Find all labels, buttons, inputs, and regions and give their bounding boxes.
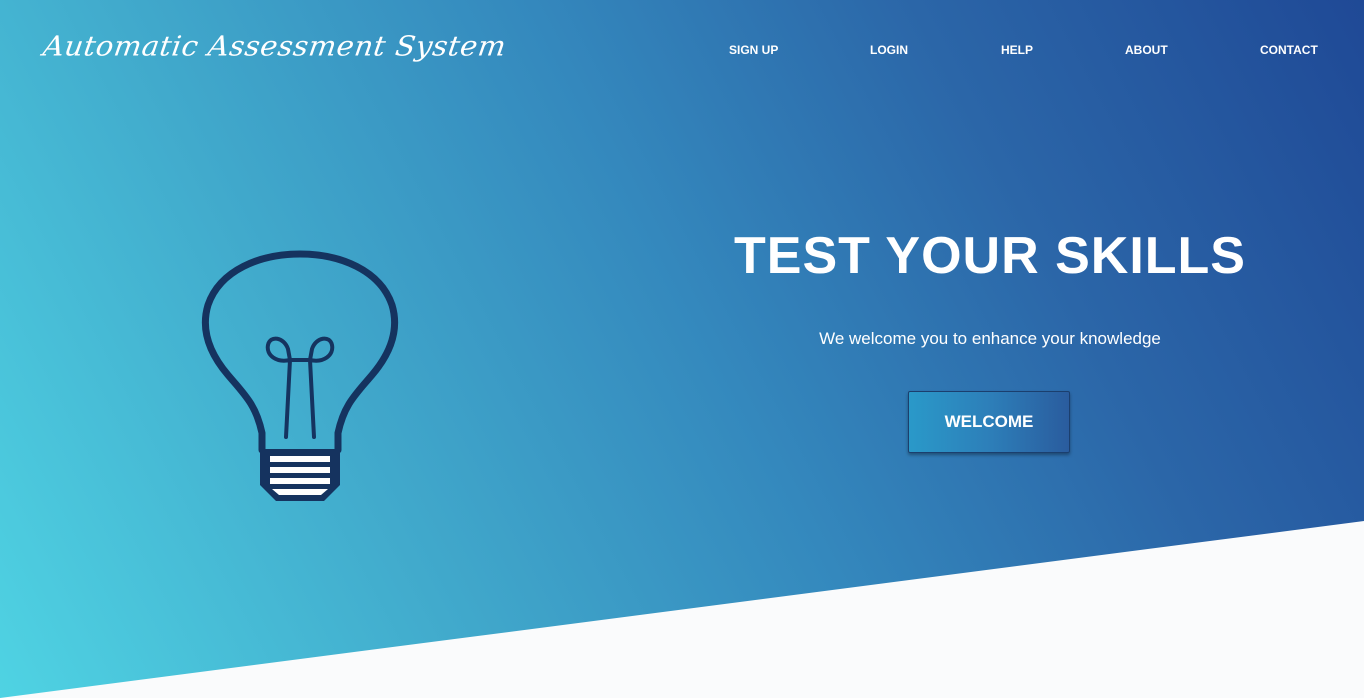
welcome-button[interactable]: WELCOME — [908, 391, 1070, 453]
nav-about[interactable]: ABOUT — [1125, 41, 1168, 59]
nav-help[interactable]: HELP — [1001, 41, 1033, 59]
hero-subtitle: We welcome you to enhance your knowledge — [819, 329, 1161, 348]
nav-sign-up[interactable]: SIGN UP — [729, 41, 778, 59]
nav-contact[interactable]: CONTACT — [1260, 41, 1318, 59]
top-nav: SIGN UP LOGIN HELP ABOUT CONTACT — [0, 41, 1364, 59]
nav-login[interactable]: LOGIN — [870, 41, 908, 59]
hero-title: TEST YOUR SKILLS — [734, 227, 1246, 285]
hero-section: Automatic Assessment System SIGN UP LOGI… — [0, 0, 1364, 698]
lightbulb-icon — [201, 250, 399, 501]
